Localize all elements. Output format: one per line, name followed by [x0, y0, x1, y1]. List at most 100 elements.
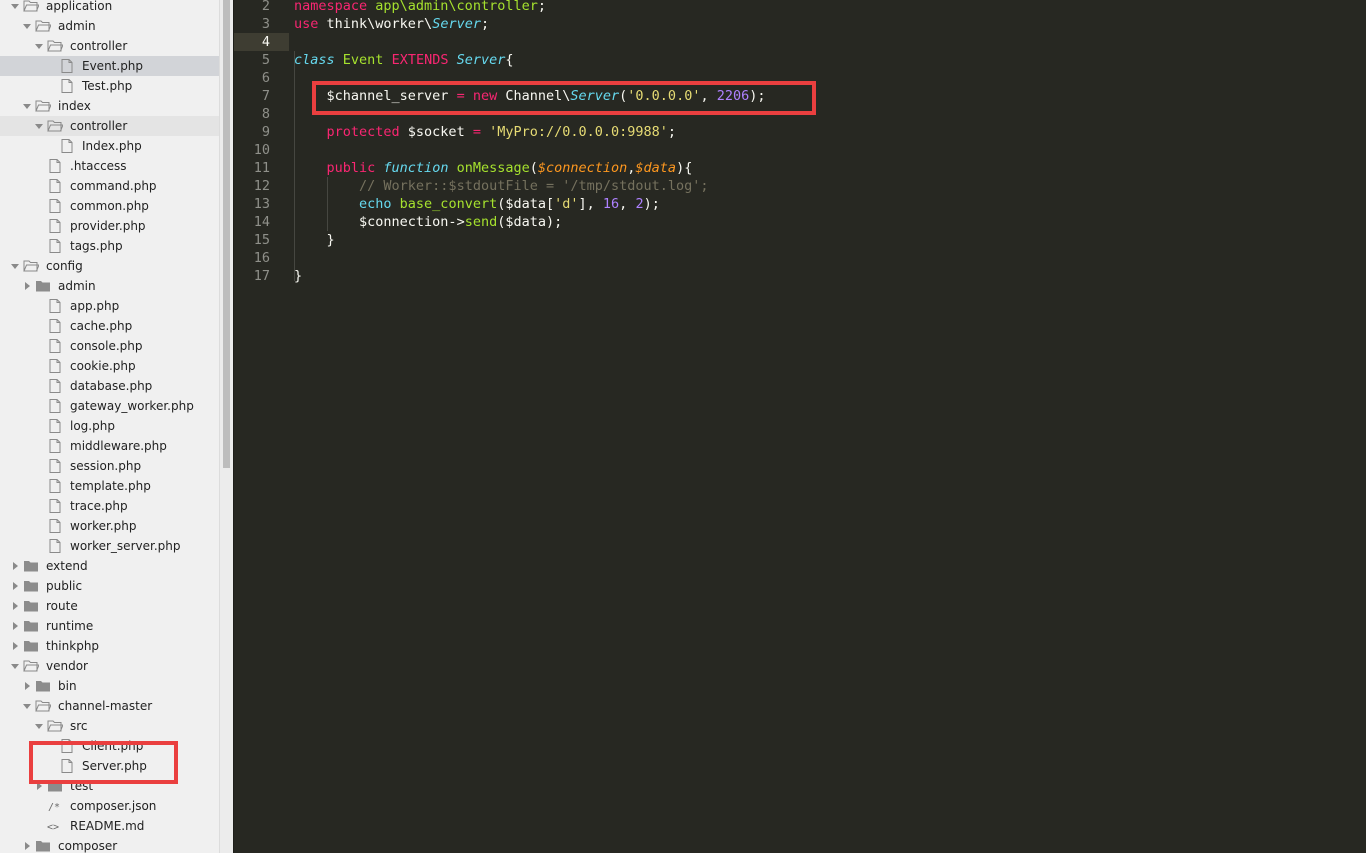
- file-icon: [49, 199, 61, 213]
- file-icon: [49, 299, 61, 313]
- tree-file-row[interactable]: <> README.md: [0, 816, 219, 836]
- tree-folder-row[interactable]: vendor: [0, 656, 219, 676]
- chevron-down-icon[interactable]: [10, 0, 20, 12]
- chevron-down-icon[interactable]: [22, 20, 32, 32]
- tree-file-row[interactable]: .htaccess: [0, 156, 219, 176]
- tree-file-row[interactable]: database.php: [0, 376, 219, 396]
- line-number: 12: [253, 178, 270, 194]
- tree-item-label: controller: [70, 119, 128, 133]
- tree-folder-row[interactable]: composer: [0, 836, 219, 853]
- code-line[interactable]: use think\worker\Server;: [294, 15, 489, 33]
- line-number: 13: [253, 196, 270, 212]
- tree-file-row[interactable]: app.php: [0, 296, 219, 316]
- code-line[interactable]: namespace app\admin\controller;: [294, 0, 546, 15]
- tree-folder-row[interactable]: public: [0, 576, 219, 596]
- sidebar-scrollbar[interactable]: [219, 0, 233, 853]
- code-token: ;: [667, 124, 677, 140]
- tree-folder-row[interactable]: index: [0, 96, 219, 116]
- chevron-right-icon[interactable]: [22, 280, 32, 292]
- tree-file-row[interactable]: console.php: [0, 336, 219, 356]
- tree-folder-row[interactable]: extend: [0, 556, 219, 576]
- tree-file-row[interactable]: trace.php: [0, 496, 219, 516]
- chevron-down-icon[interactable]: [10, 260, 20, 272]
- code-line[interactable]: }: [294, 267, 302, 285]
- tree-folder-row[interactable]: route: [0, 596, 219, 616]
- tree-file-row[interactable]: common.php: [0, 196, 219, 216]
- file-icon: [49, 459, 61, 473]
- line-number: 5: [261, 52, 270, 68]
- tree-file-row[interactable]: provider.php: [0, 216, 219, 236]
- tree-folder-row[interactable]: channel-master: [0, 696, 219, 716]
- tree-file-row[interactable]: /* composer.json: [0, 796, 219, 816]
- folder-open-icon: [47, 40, 63, 52]
- line-number: 8: [261, 106, 270, 122]
- tree-file-row[interactable]: log.php: [0, 416, 219, 436]
- tree-file-row[interactable]: gateway_worker.php: [0, 396, 219, 416]
- tree-folder-row[interactable]: application: [0, 0, 219, 16]
- code-line[interactable]: $connection->send($data);: [294, 213, 562, 231]
- tree-file-row[interactable]: Test.php: [0, 76, 219, 96]
- code-line[interactable]: echo base_convert($data['d'], 16, 2);: [294, 195, 660, 213]
- file-icon: [49, 159, 61, 173]
- tree-file-row[interactable]: command.php: [0, 176, 219, 196]
- tree-folder-row[interactable]: src: [0, 716, 219, 736]
- chevron-down-icon[interactable]: [22, 700, 32, 712]
- svg-text:/*: /*: [48, 802, 60, 813]
- tree-file-row[interactable]: tags.php: [0, 236, 219, 256]
- chevron-down-icon[interactable]: [34, 40, 44, 52]
- tree-file-row[interactable]: worker.php: [0, 516, 219, 536]
- tree-folder-row[interactable]: bin: [0, 676, 219, 696]
- tree-item-label: database.php: [70, 379, 153, 393]
- tree-item-label: template.php: [70, 479, 151, 493]
- tree-folder-row[interactable]: admin: [0, 16, 219, 36]
- tree-folder-row[interactable]: controller: [0, 116, 219, 136]
- chevron-right-icon[interactable]: [10, 560, 20, 572]
- tree-file-row[interactable]: template.php: [0, 476, 219, 496]
- chevron-right-icon[interactable]: [10, 600, 20, 612]
- tree-folder-row[interactable]: thinkphp: [0, 636, 219, 656]
- tree-file-row[interactable]: Index.php: [0, 136, 219, 156]
- chevron-right-icon[interactable]: [22, 680, 32, 692]
- tree-item-label: cache.php: [70, 319, 133, 333]
- code-line[interactable]: // Worker::$stdoutFile = '/tmp/stdout.lo…: [294, 177, 709, 195]
- tree-file-row[interactable]: Event.php: [0, 56, 219, 76]
- code-line[interactable]: public function onMessage($connection,$d…: [294, 159, 693, 177]
- chevron-down-icon[interactable]: [34, 120, 44, 132]
- folder-open-icon: [47, 720, 63, 732]
- tree-file-row[interactable]: worker_server.php: [0, 536, 219, 556]
- code-line[interactable]: class Event EXTENDS Server{: [294, 51, 514, 69]
- file-icon: [49, 439, 61, 453]
- tree-folder-row[interactable]: config: [0, 256, 219, 276]
- file-icon: [49, 179, 61, 193]
- chevron-right-icon[interactable]: [10, 640, 20, 652]
- tree-item-label: session.php: [70, 459, 142, 473]
- line-number: 6: [261, 70, 270, 86]
- folder-open-icon: [23, 260, 39, 272]
- code-line[interactable]: protected $socket = 'MyPro://0.0.0.0:998…: [294, 123, 677, 141]
- code-token: app\admin\controller: [375, 0, 538, 14]
- code-token: protected: [326, 124, 408, 140]
- chevron-down-icon[interactable]: [10, 660, 20, 672]
- tree-file-row[interactable]: cache.php: [0, 316, 219, 336]
- sidebar-scrollbar-thumb[interactable]: [223, 0, 230, 468]
- tree-item-label: route: [46, 599, 78, 613]
- file-icon: [49, 519, 61, 533]
- chevron-down-icon[interactable]: [22, 100, 32, 112]
- chevron-down-icon[interactable]: [34, 720, 44, 732]
- chevron-right-icon[interactable]: [22, 840, 32, 852]
- tree-file-row[interactable]: middleware.php: [0, 436, 219, 456]
- tree-item-label: thinkphp: [46, 639, 100, 653]
- tree-file-row[interactable]: cookie.php: [0, 356, 219, 376]
- tree-file-row[interactable]: session.php: [0, 456, 219, 476]
- tree-item-label: log.php: [70, 419, 115, 433]
- tree-folder-row[interactable]: runtime: [0, 616, 219, 636]
- chevron-right-icon[interactable]: [10, 620, 20, 632]
- code-token: EXTENDS: [391, 52, 457, 68]
- tree-item-label: bin: [58, 679, 77, 693]
- line-number: 4: [261, 34, 270, 50]
- tree-folder-row[interactable]: admin: [0, 276, 219, 296]
- tree-folder-row[interactable]: controller: [0, 36, 219, 56]
- chevron-right-icon[interactable]: [10, 580, 20, 592]
- code-line[interactable]: }: [294, 231, 335, 249]
